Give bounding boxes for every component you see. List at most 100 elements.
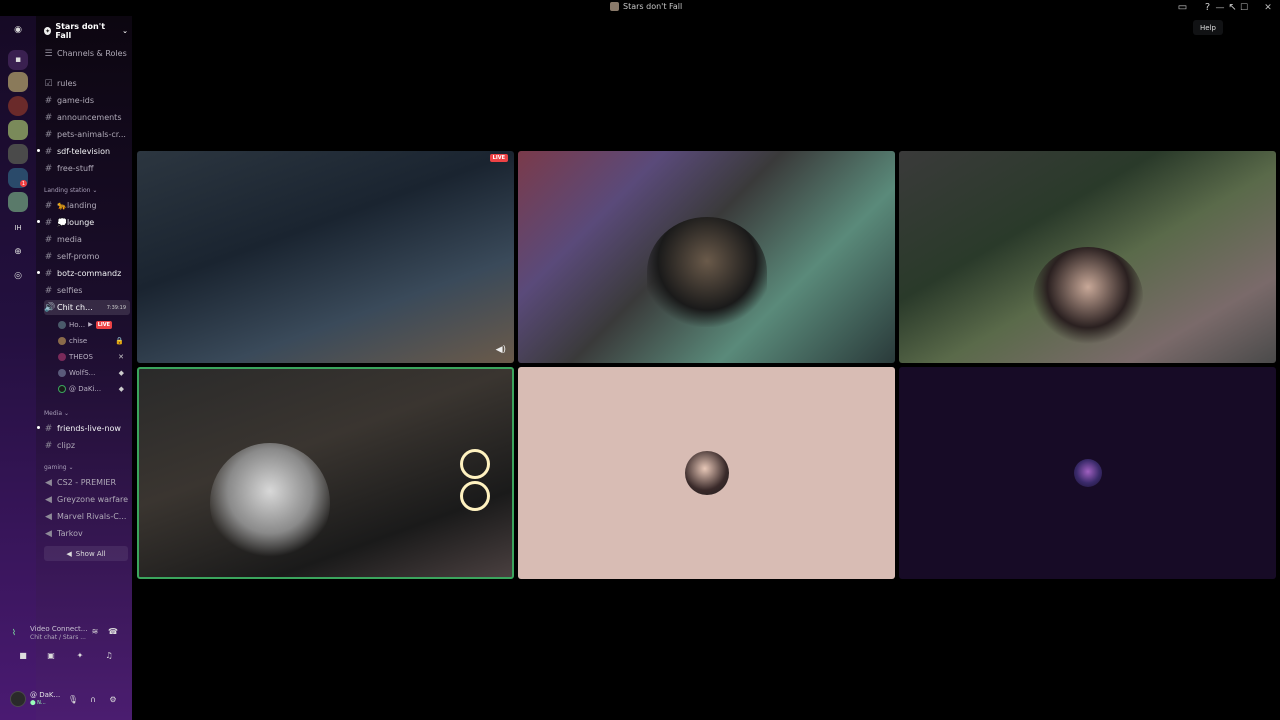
server-badge-icon: ✦ <box>44 27 52 35</box>
channel-label: free-stuff <box>57 164 94 173</box>
channel-botz-commandz[interactable]: # botz-commandz <box>44 266 130 281</box>
speaker-icon: 🔊 <box>44 302 56 313</box>
voice-location[interactable]: Chit chat / Stars ... <box>30 634 86 641</box>
rules-icon: ☑ <box>44 78 53 89</box>
channel-game-ids[interactable]: # game-ids <box>44 93 130 108</box>
webcam-person <box>209 443 330 563</box>
voice-user-name: chise <box>69 336 88 345</box>
channel-label: Marvel Rivals-C... <box>57 512 127 521</box>
discord-home-icon[interactable]: ◉ <box>8 20 28 40</box>
webcam-person <box>646 217 767 327</box>
chevron-down-icon: ⌄ <box>122 27 128 35</box>
voice-user-2[interactable]: chise 🔒 <box>58 333 130 348</box>
channel-free-stuff[interactable]: # free-stuff <box>44 161 130 176</box>
add-server-icon[interactable]: ⊕ <box>8 242 28 262</box>
channel-lounge[interactable]: # 💭lounge <box>44 215 130 230</box>
server-3-icon[interactable] <box>8 120 28 140</box>
channel-selfies[interactable]: # selfies <box>44 283 130 298</box>
screen-share-icon[interactable]: ▣ <box>44 648 58 662</box>
video-tile-user-5-no-video[interactable] <box>518 367 895 579</box>
voice-channel-chit-chat[interactable]: 🔊 Chit ch... 7:39:19 <box>44 300 130 315</box>
voice-channel-cs2[interactable]: ◀ CS2 - PREMIER <box>44 475 130 490</box>
user-avatar[interactable] <box>10 691 26 707</box>
speaker-icon: ◀ <box>66 549 72 558</box>
show-all-button[interactable]: ◀ Show All <box>44 546 128 561</box>
category-gaming[interactable]: gaming ⌄ <box>44 464 74 471</box>
video-tile-stream[interactable]: LIVE ◀) <box>137 151 514 363</box>
ring-light <box>460 481 490 511</box>
channel-self-promo[interactable]: # self-promo <box>44 249 130 264</box>
settings-gear-icon[interactable]: ⚙ <box>106 692 120 706</box>
hash-icon: # <box>44 200 53 211</box>
headphones-icon[interactable]: ∩ <box>86 692 100 706</box>
speaker-icon: ◀ <box>45 477 52 488</box>
channel-rules[interactable]: ☑ rules <box>44 76 130 91</box>
voice-user-1[interactable]: Ho... ▶ LIVE <box>58 317 130 332</box>
channel-announcements[interactable]: # announcements <box>44 110 130 125</box>
server-2-icon[interactable] <box>8 96 28 116</box>
user-avatar <box>1073 459 1102 487</box>
hash-icon: # <box>44 112 53 123</box>
server-header[interactable]: ✦ Stars don't Fall ⌄ <box>44 22 128 40</box>
channel-media[interactable]: # media <box>44 232 130 247</box>
video-tile-user-2[interactable] <box>518 151 895 363</box>
video-tile-user-3[interactable] <box>899 151 1276 363</box>
server-4-icon[interactable] <box>8 144 28 164</box>
inbox-icon[interactable]: ▭ <box>1176 1 1189 14</box>
camera-icon[interactable]: ■ <box>16 648 30 662</box>
channel-label: announcements <box>57 113 122 122</box>
video-tile-user-4-speaking[interactable] <box>137 367 514 579</box>
activity-icon[interactable]: ✦ <box>73 648 87 662</box>
voice-status[interactable]: Video Connect... <box>30 625 87 633</box>
voice-channel-greyzone[interactable]: ◀ Greyzone warfare <box>44 492 130 507</box>
channels-roles-link[interactable]: ☰ Channels & Roles <box>44 46 130 61</box>
close-button[interactable]: ✕ <box>1256 0 1280 16</box>
server-6-icon[interactable] <box>8 192 28 212</box>
list-icon: ☰ <box>44 48 53 59</box>
hash-icon: # <box>44 423 53 434</box>
channel-sdf-television[interactable]: # sdf-television <box>44 144 130 159</box>
server-ih-icon[interactable]: IH <box>8 218 28 238</box>
channel-label: selfies <box>57 286 83 295</box>
show-all-label: Show All <box>75 549 106 558</box>
avatar <box>58 368 66 377</box>
video-tile-user-6-no-video[interactable] <box>899 367 1276 579</box>
hash-icon: # <box>44 129 53 140</box>
noise-suppression-icon[interactable]: ≋ <box>88 624 102 638</box>
voice-user-5[interactable]: @ DaKi... ◆ <box>58 381 130 396</box>
voice-user-3[interactable]: THEOS ✕ <box>58 349 130 364</box>
volume-icon[interactable]: ◀) <box>496 345 506 355</box>
voice-user-name: @ DaKi... <box>69 384 102 393</box>
server-folder-icon[interactable]: ▪ <box>8 50 28 70</box>
channel-landing[interactable]: # 🐆landing <box>44 198 130 213</box>
channel-label: rules <box>57 79 77 88</box>
category-label: gaming <box>44 464 67 471</box>
voice-channel-marvel-rivals[interactable]: ◀ Marvel Rivals-C... <box>44 509 130 524</box>
ring-light <box>460 449 490 479</box>
mic-icon[interactable]: 🎙 <box>66 692 80 706</box>
soundboard-icon[interactable]: ♫ <box>102 648 116 662</box>
hash-icon: # <box>44 251 53 262</box>
live-badge: LIVE <box>95 320 113 329</box>
minimize-button[interactable]: — <box>1208 0 1232 16</box>
discover-icon[interactable]: ◎ <box>8 266 28 286</box>
channel-clipz[interactable]: # clipz <box>44 438 130 453</box>
category-landing-station[interactable]: Landing station ⌄ <box>44 187 97 194</box>
server-rail: ◉ ▪ 1 IH ⊕ ◎ <box>0 16 36 720</box>
channel-label: clipz <box>57 441 76 450</box>
disconnect-icon[interactable]: ☎ <box>106 624 120 638</box>
channel-friends-live-now[interactable]: # friends-live-now <box>44 421 130 436</box>
voice-user-4[interactable]: WolfS... ◆ <box>58 365 130 380</box>
channels-roles-label: Channels & Roles <box>57 49 127 58</box>
server-stars-icon[interactable] <box>8 72 28 92</box>
maximize-button[interactable]: ☐ <box>1232 0 1256 16</box>
voice-user-name: THEOS <box>69 352 93 361</box>
category-media[interactable]: Media ⌄ <box>44 410 69 417</box>
channel-pets-animals[interactable]: # pets-animals-cr... <box>44 127 130 142</box>
voice-channel-tarkov[interactable]: ◀ Tarkov <box>44 526 130 541</box>
channel-label: pets-animals-cr... <box>57 130 126 139</box>
user-name[interactable]: @ DaK... <box>30 691 60 699</box>
window-title-text: Stars don't Fall <box>623 2 683 11</box>
channel-label: Tarkov <box>57 529 83 538</box>
category-label: Media <box>44 410 63 417</box>
